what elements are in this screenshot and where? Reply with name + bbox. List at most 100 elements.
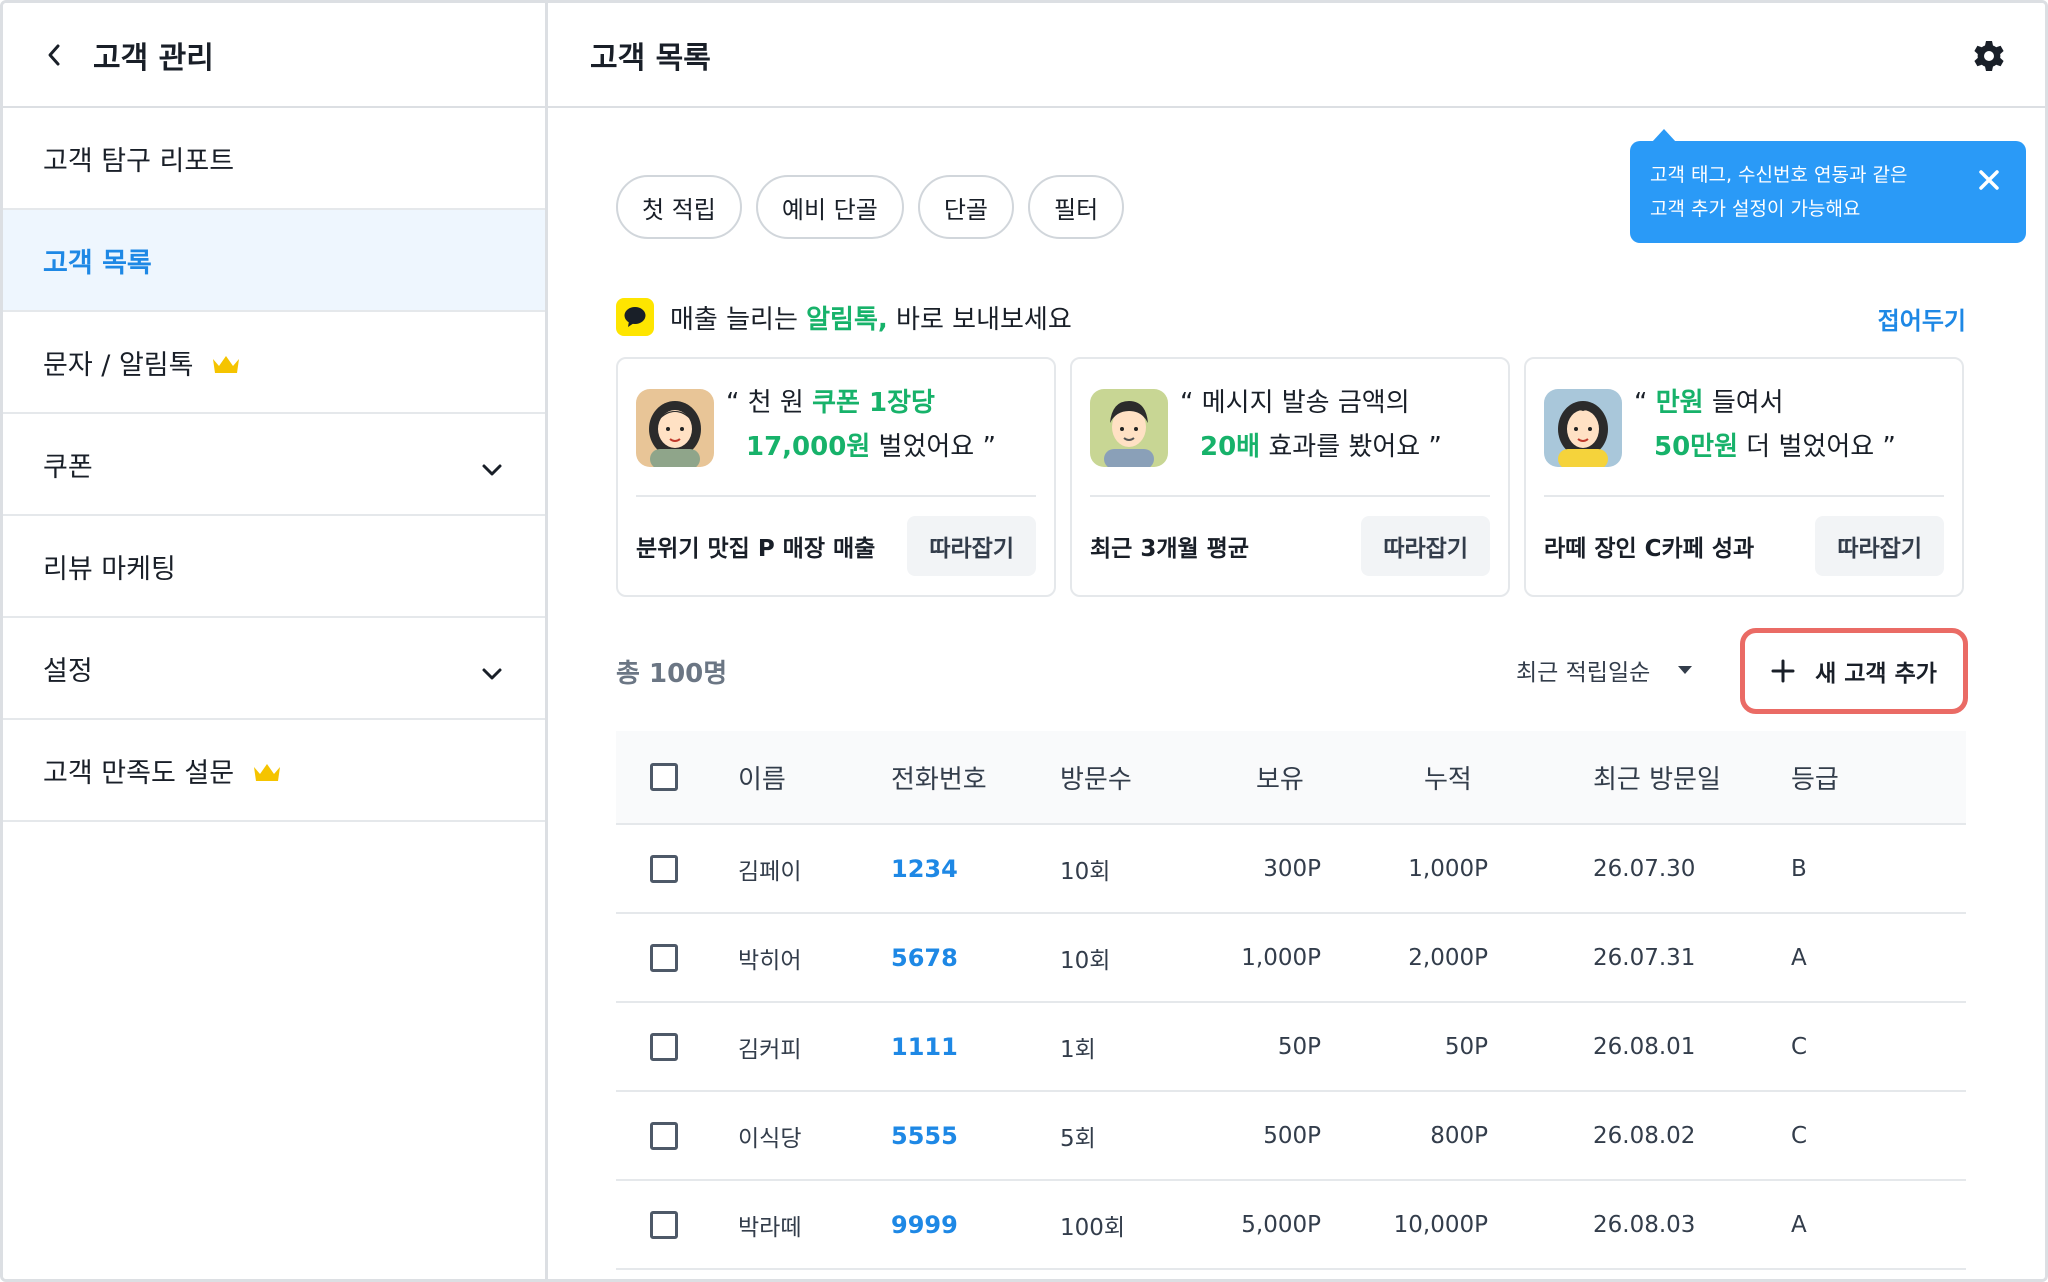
cell-accum: 2,000P (1408, 944, 1488, 971)
back-arrow-icon[interactable] (41, 42, 67, 68)
cell-name: 김페이 (738, 858, 802, 885)
follow-button[interactable]: 따라잡기 (1361, 516, 1490, 576)
caret-down-icon (1678, 666, 1693, 674)
card-footer: 분위기 맛집 P 매장 매출 따라잡기 (636, 497, 1036, 595)
cell-phone-link[interactable]: 5555 (891, 1122, 958, 1150)
cell-accum: 800P (1430, 1122, 1488, 1149)
sidebar-item-coupon[interactable]: 쿠폰 (3, 414, 545, 516)
sidebar-item-review[interactable]: 리뷰 마케팅 (3, 516, 545, 618)
quote-highlight: 17,000원 (746, 432, 871, 462)
sidebar-item-survey[interactable]: 고객 만족도 설문 (3, 720, 545, 822)
cell-visits: 1회 (1060, 1036, 1096, 1063)
row-checkbox[interactable] (650, 1121, 678, 1150)
tooltip: 고객 태그, 수신번호 연동과 같은 고객 추가 설정이 가능해요 (1630, 129, 2026, 243)
header-recent[interactable]: 최근 방문일 (1593, 759, 1721, 796)
table-row[interactable]: 이식당 5555 5회 500P 800P 26.08.02 C (616, 1092, 1966, 1181)
follow-button[interactable]: 따라잡기 (1815, 516, 1944, 576)
card-quote-area: “ 메시지 발송 금액의 20배 효과를 봤어요 ” (1090, 359, 1490, 497)
tooltip-line: 고객 추가 설정이 가능해요 (1650, 198, 1861, 220)
cell-phone-link[interactable]: 5678 (891, 944, 958, 972)
quote-text: 들여서 (1703, 388, 1784, 418)
quote-text: 벌었어요 ” (870, 432, 996, 462)
sort-dropdown[interactable]: 최근 적립일순 (1516, 653, 1693, 687)
header-visits[interactable]: 방문수 (1060, 759, 1132, 796)
sidebar-item-label: 쿠폰 (43, 451, 93, 483)
close-icon[interactable] (1976, 167, 2002, 193)
header-name[interactable]: 이름 (738, 759, 786, 796)
row-checkbox[interactable] (650, 854, 678, 883)
sidebar-item-label: 고객 만족도 설문 (43, 757, 235, 789)
cell-visits: 5회 (1060, 1125, 1096, 1152)
customer-table: 이름 전화번호 방문수 보유 누적 최근 방문일 등급 김페이 1234 10회… (616, 731, 1966, 1270)
quote-text: “ 천 원 (726, 388, 813, 418)
chevron-down-icon[interactable] (481, 659, 503, 680)
crown-icon (252, 759, 282, 781)
crown-icon (211, 351, 241, 373)
main-panel: 고객 목록 고객 태그, 수신번호 연동과 같은 고객 추가 설정이 가능해요 … (548, 3, 2045, 1279)
cell-name: 박라떼 (738, 1214, 802, 1241)
cell-grade: A (1791, 944, 1807, 971)
row-checkbox[interactable] (650, 943, 678, 972)
cell-accum: 50P (1444, 1033, 1488, 1060)
chevron-down-icon[interactable] (481, 455, 503, 476)
card-footer: 최근 3개월 평균 따라잡기 (1090, 497, 1490, 595)
sidebar-item-messages[interactable]: 문자 / 알림톡 (3, 312, 545, 414)
quote-text: “ 메시지 발송 금액의 (1180, 388, 1410, 418)
main-header: 고객 목록 (548, 3, 2045, 108)
table-row[interactable]: 김커피 1111 1회 50P 50P 26.08.01 C (616, 1003, 1966, 1092)
quote-text: 효과를 봤어요 ” (1260, 432, 1442, 462)
cell-phone-link[interactable]: 9999 (891, 1211, 958, 1239)
total-count: 총 100명 (616, 659, 728, 689)
sidebar-item-label: 리뷰 마케팅 (43, 553, 176, 585)
follow-button[interactable]: 따라잡기 (907, 516, 1036, 576)
header-phone[interactable]: 전화번호 (891, 759, 987, 796)
chip-filter[interactable]: 필터 (1028, 175, 1125, 239)
header-hold[interactable]: 보유 (1256, 759, 1304, 796)
add-customer-label: 새 고객 추가 (1815, 661, 1937, 687)
chip-regular[interactable]: 단골 (917, 175, 1014, 239)
cell-grade: C (1791, 1033, 1808, 1060)
fold-link[interactable]: 접어두기 (1878, 301, 1966, 336)
cell-accum: 1,000P (1408, 855, 1488, 882)
table-row[interactable]: 박히어 5678 10회 1,000P 2,000P 26.07.31 A (616, 914, 1966, 1003)
sidebar-item-customer-list[interactable]: 고객 목록 (3, 210, 545, 312)
filter-chips: 첫 적립 예비 단골 단골 필터 (616, 175, 1125, 239)
table-row[interactable]: 김페이 1234 10회 300P 1,000P 26.07.30 B (616, 825, 1966, 914)
cell-phone-link[interactable]: 1111 (891, 1033, 958, 1061)
add-customer-button[interactable]: 새 고객 추가 (1740, 628, 1968, 714)
row-checkbox[interactable] (650, 1210, 678, 1239)
table-row[interactable]: 박라떼 9999 100회 5,000P 10,000P 26.08.03 A (616, 1181, 1966, 1270)
page-title: 고객 목록 (590, 40, 711, 76)
table-header: 이름 전화번호 방문수 보유 누적 최근 방문일 등급 (616, 731, 1966, 825)
quote-highlight: 50만원 (1654, 432, 1739, 462)
promo-card: “ 천 원 쿠폰 1장당 17,000원 벌었어요 ” 분위기 맛집 P 매장 … (616, 357, 1056, 597)
header-grade[interactable]: 등급 (1791, 759, 1839, 796)
card-quote: “ 천 원 쿠폰 1장당 17,000원 벌었어요 ” (726, 381, 1046, 469)
card-quote-area: “ 만원 들여서 50만원 더 벌었어요 ” (1544, 359, 1944, 497)
promo-prefix: 매출 늘리는 (670, 304, 807, 335)
sidebar-item-label: 문자 / 알림톡 (43, 349, 194, 381)
cell-name: 이식당 (738, 1125, 802, 1152)
sidebar-item-report[interactable]: 고객 탐구 리포트 (3, 108, 545, 210)
sidebar-item-settings[interactable]: 설정 (3, 618, 545, 720)
cell-name: 김커피 (738, 1036, 802, 1063)
cell-phone-link[interactable]: 1234 (891, 855, 958, 883)
header-accum[interactable]: 누적 (1424, 759, 1472, 796)
chip-pre-regular[interactable]: 예비 단골 (755, 175, 904, 239)
cell-grade: B (1791, 855, 1807, 882)
promo-header: 매출 늘리는 알림톡, 바로 보내보세요 접어두기 (616, 297, 1966, 337)
cell-recent: 26.07.31 (1593, 944, 1696, 971)
add-customer-button-content: 새 고객 추가 (1771, 654, 1937, 688)
cell-accum: 10,000P (1393, 1211, 1488, 1238)
select-all-checkbox[interactable] (650, 763, 678, 791)
sidebar-header: 고객 관리 (3, 3, 545, 108)
chip-first-earn[interactable]: 첫 적립 (616, 175, 742, 239)
cell-recent: 26.08.03 (1593, 1211, 1696, 1238)
sidebar: 고객 관리 고객 탐구 리포트 고객 목록 문자 / 알림톡 쿠폰 리뷰 마케팅… (3, 3, 548, 1279)
row-checkbox[interactable] (650, 1032, 678, 1061)
avatar (636, 389, 714, 467)
sidebar-item-label: 고객 탐구 리포트 (43, 145, 235, 177)
gear-icon[interactable] (1972, 39, 2006, 73)
quote-highlight: 20배 (1200, 432, 1261, 462)
sort-label: 최근 적립일순 (1516, 660, 1651, 686)
